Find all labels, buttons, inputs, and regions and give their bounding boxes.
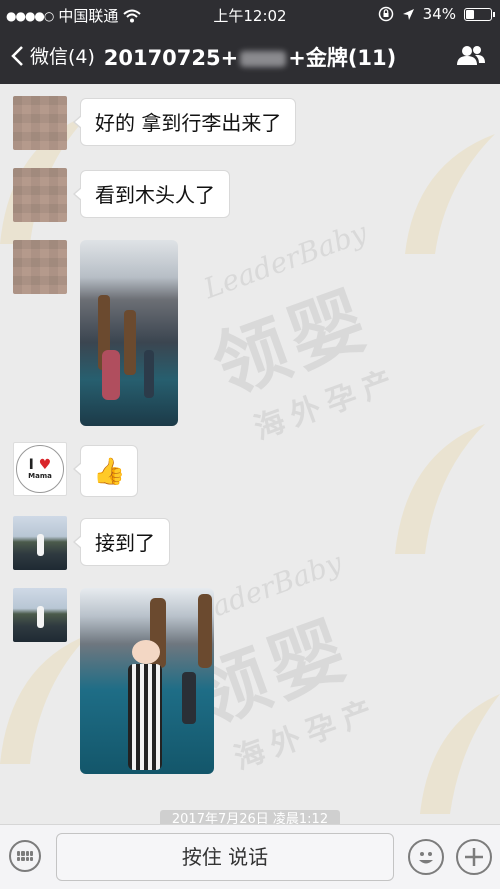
avatar[interactable]	[13, 588, 67, 642]
avatar[interactable]: I ♥ Mama	[13, 442, 67, 496]
rotation-lock-icon	[378, 6, 393, 22]
group-members-button[interactable]	[456, 44, 486, 70]
emoji-button[interactable]	[408, 839, 444, 875]
message-bubble[interactable]: 看到木头人了	[73, 170, 230, 218]
message-bubble[interactable]: 👍	[72, 445, 139, 497]
avatar[interactable]	[13, 168, 67, 222]
message-photo[interactable]	[80, 240, 178, 426]
chat-area[interactable]: LeaderBaby 领婴 海外孕产 LeaderBaby 领婴 海外孕产 好的…	[0, 84, 500, 824]
watermark-brand-cn: 领婴	[202, 275, 383, 412]
location-arrow-icon	[402, 8, 414, 20]
watermark-wing-icon	[420, 694, 500, 814]
avatar[interactable]	[13, 516, 67, 570]
chat-title-suffix: +金牌(11)	[288, 46, 397, 70]
message-bubble[interactable]: 好的 拿到行李出来了	[72, 98, 297, 146]
redacted-name	[240, 51, 287, 67]
message-photo[interactable]	[80, 588, 214, 774]
emoji-icon	[419, 852, 433, 864]
battery-icon	[464, 7, 495, 21]
status-bar: ●●●●○ 中国联通 上午12:02 34%	[0, 0, 500, 28]
plus-icon	[465, 848, 483, 866]
thumbs-up-icon: 👍	[93, 457, 126, 487]
chat-header: 微信(4) 20170725+ +金牌(11)	[0, 28, 500, 84]
avatar-letter: I	[28, 457, 34, 473]
battery-percent: 34%	[422, 5, 456, 23]
avatar-caption: Mama	[28, 472, 52, 480]
watermark-wing-icon	[395, 424, 485, 554]
watermark-slogan: 海外孕产	[249, 361, 405, 447]
chat-title-prefix: 20170725+	[103, 46, 239, 70]
message-bubble[interactable]: 接到了	[73, 518, 170, 566]
i-love-mama-logo: I ♥ Mama	[16, 445, 64, 493]
date-divider: 2017年7月26日 凌晨1:12	[160, 810, 340, 824]
keyboard-toggle-button[interactable]	[9, 840, 41, 872]
watermark-wing-icon	[405, 134, 495, 254]
watermark-brand-en: LeaderBaby	[199, 215, 372, 306]
avatar[interactable]	[13, 96, 67, 150]
chat-title: 20170725+ +金牌(11)	[0, 42, 500, 72]
input-bar: 按住 说话	[0, 824, 500, 889]
hold-to-talk-button[interactable]: 按住 说话	[56, 833, 394, 881]
group-members-icon	[457, 46, 485, 65]
watermark-slogan: 海外孕产	[229, 691, 385, 777]
more-options-button[interactable]	[456, 839, 492, 875]
heart-icon: ♥	[38, 457, 52, 473]
avatar[interactable]	[13, 240, 67, 294]
keyboard-icon	[17, 851, 33, 861]
